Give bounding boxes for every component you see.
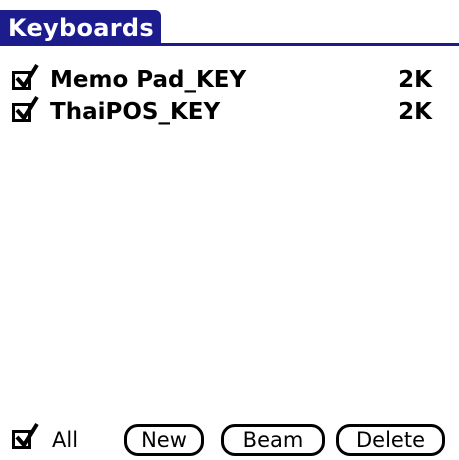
thaipos-checkbox[interactable] [12,95,39,122]
delete-button[interactable]: Delete [336,424,445,456]
all-checkbox[interactable] [12,422,39,449]
bottom-toolbar: All New Beam Delete [12,422,452,458]
memo-pad-checkbox[interactable] [12,63,39,90]
checkmark-icon [15,95,39,122]
keyboard-name: Memo Pad_KEY [50,67,247,93]
title-rule [0,43,459,46]
all-label[interactable]: All [52,422,78,458]
keyboard-row-thaipos[interactable]: ThaiPOS_KEY 2K [12,95,432,128]
keyboard-size: 2K [398,99,432,125]
keyboard-size: 2K [398,67,432,93]
keyboard-name: ThaiPOS_KEY [50,99,221,125]
title-bar: Keyboards [0,0,459,46]
beam-button[interactable]: Beam [221,424,325,456]
checkmark-icon [15,63,39,90]
checkmark-icon [15,422,39,449]
keyboard-list: Memo Pad_KEY 2K ThaiPOS_KEY 2K [12,63,432,128]
keyboard-row-memo-pad[interactable]: Memo Pad_KEY 2K [12,63,432,96]
new-button[interactable]: New [124,424,204,456]
app-title[interactable]: Keyboards [0,10,161,46]
